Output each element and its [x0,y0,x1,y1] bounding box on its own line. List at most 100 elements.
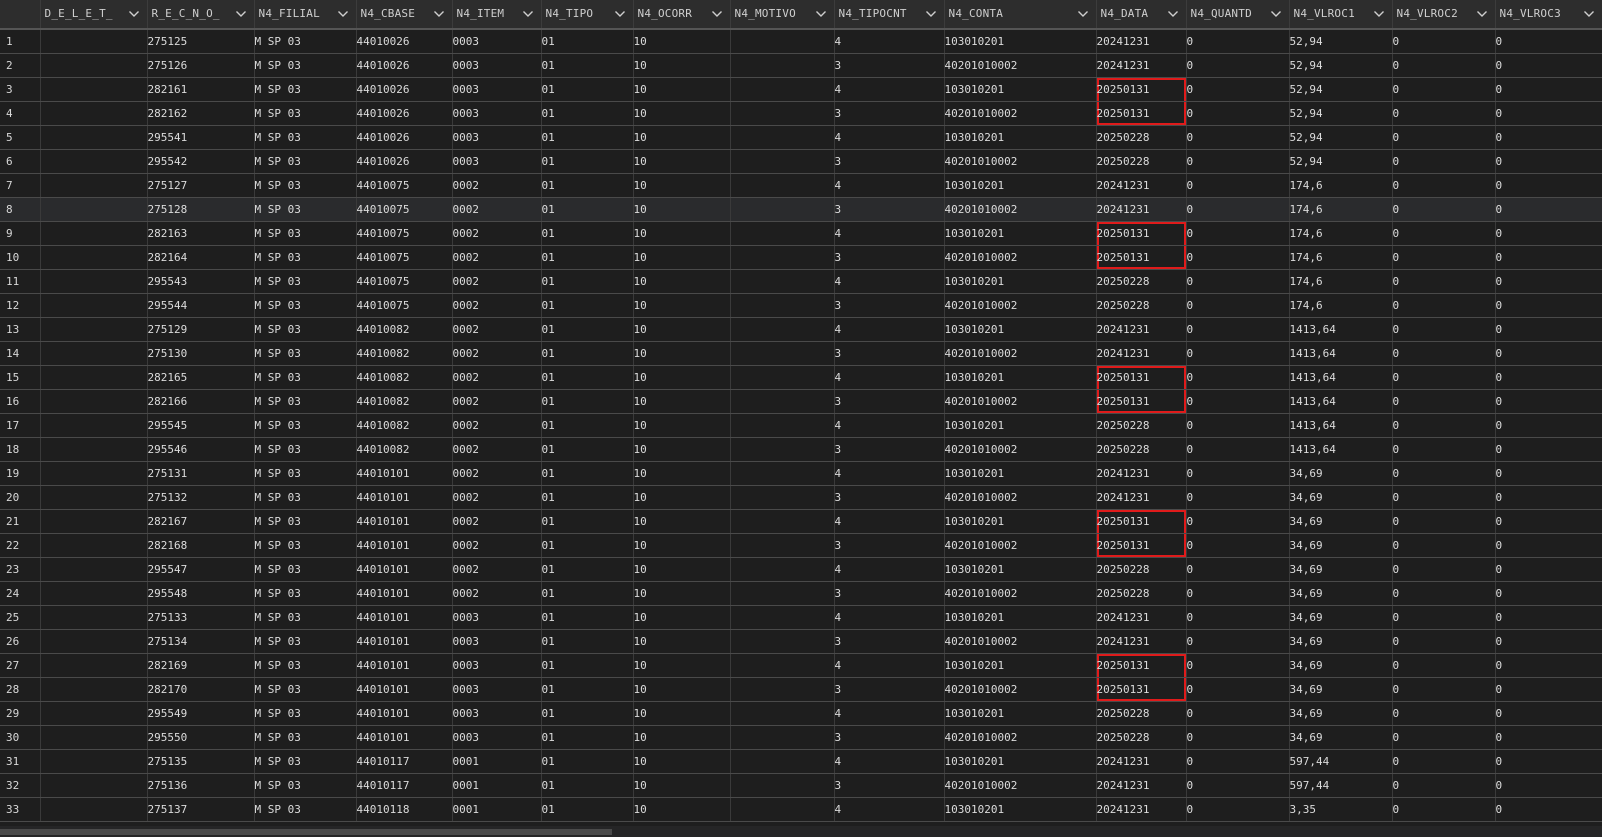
cell-vlroc3[interactable]: 0 [1495,197,1602,222]
cell-quantd[interactable]: 0 [1186,197,1290,222]
cell-ocorr[interactable]: 10 [633,557,731,582]
cell-vlroc3[interactable]: 0 [1495,53,1602,78]
cell-quantd[interactable]: 0 [1186,461,1290,486]
cell-motivo[interactable] [730,389,835,414]
cell-tipo[interactable]: 01 [541,29,634,54]
cell-vlroc2[interactable]: 0 [1392,341,1496,366]
cell-item[interactable]: 0001 [452,773,542,798]
cell-cbase[interactable]: 44010075 [356,173,453,198]
table-row[interactable]: 12 295544 M SP 03 44010075 0002 01 10 3 40201010… [0,293,1602,318]
cell-tipocnt[interactable]: 3 [834,389,945,414]
row-number-cell[interactable]: 1 [0,29,41,54]
cell-vlroc3[interactable]: 0 [1495,461,1602,486]
cell-tipo[interactable]: 01 [541,749,634,774]
cell-deleted[interactable] [40,53,148,78]
cell-recno[interactable]: 275129 [147,317,255,342]
cell-vlroc1[interactable]: 174,6 [1289,221,1393,246]
cell-deleted[interactable] [40,317,148,342]
cell-tipo[interactable]: 01 [541,605,634,630]
cell-quantd[interactable]: 0 [1186,701,1290,726]
cell-item[interactable]: 0002 [452,269,542,294]
table-row[interactable]: 13 275129 M SP 03 44010082 0002 01 10 4 10301020… [0,317,1602,342]
cell-vlroc3[interactable]: 0 [1495,581,1602,606]
cell-ocorr[interactable]: 10 [633,269,731,294]
cell-recno[interactable]: 282167 [147,509,255,534]
cell-ocorr[interactable]: 10 [633,533,731,558]
column-header-n4-motivo[interactable]: N4_MOTIVO [730,0,835,30]
cell-cbase[interactable]: 44010026 [356,29,453,54]
cell-deleted[interactable] [40,173,148,198]
cell-recno[interactable]: 295545 [147,413,255,438]
cell-vlroc3[interactable]: 0 [1495,317,1602,342]
cell-quantd[interactable]: 0 [1186,101,1290,126]
cell-tipocnt[interactable]: 4 [834,413,945,438]
cell-vlroc1[interactable]: 1413,64 [1289,341,1393,366]
cell-recno[interactable]: 282168 [147,533,255,558]
cell-quantd[interactable]: 0 [1186,53,1290,78]
cell-vlroc2[interactable]: 0 [1392,413,1496,438]
cell-ocorr[interactable]: 10 [633,461,731,486]
row-number-cell[interactable]: 32 [0,773,41,798]
cell-ocorr[interactable]: 10 [633,221,731,246]
cell-tipo[interactable]: 01 [541,125,634,150]
cell-conta[interactable]: 40201010002 [944,197,1097,222]
cell-vlroc3[interactable]: 0 [1495,365,1602,390]
cell-deleted[interactable] [40,653,148,678]
cell-motivo[interactable] [730,437,835,462]
cell-filial[interactable]: M SP 03 [254,149,357,174]
cell-cbase[interactable]: 44010082 [356,389,453,414]
cell-recno[interactable]: 295546 [147,437,255,462]
cell-tipocnt[interactable]: 3 [834,197,945,222]
cell-vlroc2[interactable]: 0 [1392,53,1496,78]
column-header-n4-ocorr[interactable]: N4_OCORR [633,0,731,30]
cell-motivo[interactable] [730,221,835,246]
cell-ocorr[interactable]: 10 [633,149,731,174]
cell-ocorr[interactable]: 10 [633,389,731,414]
cell-vlroc2[interactable]: 0 [1392,653,1496,678]
cell-item[interactable]: 0001 [452,797,542,822]
cell-filial[interactable]: M SP 03 [254,437,357,462]
chevron-down-icon[interactable] [1583,8,1595,20]
chevron-down-icon[interactable] [433,8,445,20]
cell-item[interactable]: 0003 [452,701,542,726]
cell-motivo[interactable] [730,677,835,702]
cell-tipocnt[interactable]: 3 [834,629,945,654]
cell-vlroc3[interactable]: 0 [1495,629,1602,654]
cell-ocorr[interactable]: 10 [633,77,731,102]
cell-conta[interactable]: 103010201 [944,77,1097,102]
cell-ocorr[interactable]: 10 [633,101,731,126]
cell-tipo[interactable]: 01 [541,509,634,534]
cell-vlroc2[interactable]: 0 [1392,269,1496,294]
cell-filial[interactable]: M SP 03 [254,557,357,582]
cell-cbase[interactable]: 44010082 [356,437,453,462]
cell-tipocnt[interactable]: 3 [834,677,945,702]
cell-filial[interactable]: M SP 03 [254,245,357,270]
cell-filial[interactable]: M SP 03 [254,749,357,774]
cell-vlroc2[interactable]: 0 [1392,101,1496,126]
cell-vlroc1[interactable]: 1413,64 [1289,365,1393,390]
cell-tipocnt[interactable]: 4 [834,749,945,774]
cell-quantd[interactable]: 0 [1186,581,1290,606]
cell-motivo[interactable] [730,293,835,318]
cell-cbase[interactable]: 44010101 [356,557,453,582]
cell-conta[interactable]: 40201010002 [944,677,1097,702]
cell-ocorr[interactable]: 10 [633,293,731,318]
cell-motivo[interactable] [730,53,835,78]
cell-deleted[interactable] [40,149,148,174]
cell-data[interactable]: 20250228 [1096,557,1187,582]
cell-conta[interactable]: 40201010002 [944,533,1097,558]
cell-vlroc2[interactable]: 0 [1392,437,1496,462]
column-header-r-e-c-n-o[interactable]: R_E_C_N_O_ [147,0,255,30]
table-row[interactable]: 32 275136 M SP 03 44010117 0001 01 10 3 40201010… [0,773,1602,798]
table-row[interactable]: 21 282167 M SP 03 44010101 0002 01 10 4 10301020… [0,509,1602,534]
cell-vlroc2[interactable]: 0 [1392,725,1496,750]
cell-recno[interactable]: 275137 [147,797,255,822]
cell-cbase[interactable]: 44010101 [356,581,453,606]
cell-filial[interactable]: M SP 03 [254,773,357,798]
cell-vlroc3[interactable]: 0 [1495,701,1602,726]
cell-tipocnt[interactable]: 3 [834,293,945,318]
cell-quantd[interactable]: 0 [1186,77,1290,102]
cell-data[interactable]: 20250131 [1096,533,1187,558]
cell-filial[interactable]: M SP 03 [254,173,357,198]
cell-tipocnt[interactable]: 4 [834,701,945,726]
